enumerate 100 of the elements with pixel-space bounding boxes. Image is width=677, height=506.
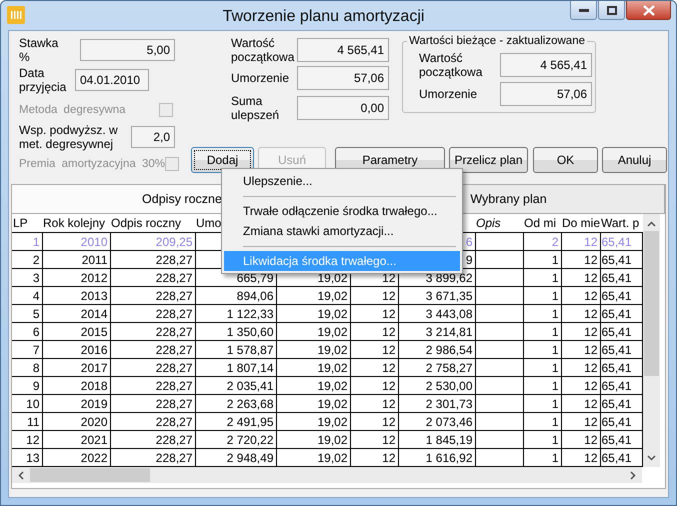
maximize-button[interactable]	[598, 1, 625, 20]
table-cell: 1 578,87	[226, 342, 274, 356]
field-label: Wartość początkowa	[231, 36, 296, 64]
minimize-button[interactable]	[570, 1, 597, 20]
table-cell: 12	[382, 342, 396, 356]
field-label: Data przyjęcia	[18, 66, 68, 94]
table-cell: 65,41	[602, 324, 632, 338]
column-header[interactable]: Odpis roczny	[111, 216, 182, 230]
table-cell: 12	[382, 270, 396, 284]
table-cell: 2021	[80, 432, 108, 446]
column-header[interactable]: Rok kolejny	[43, 216, 106, 230]
table-cell: 12	[584, 432, 598, 446]
input-field[interactable]: 57,06	[500, 82, 592, 106]
input-field[interactable]: 04.01.2010	[75, 69, 149, 91]
push-button[interactable]: Dodaj	[191, 147, 254, 173]
table-cell: 1	[552, 288, 558, 302]
table-cell: 2013	[80, 288, 108, 302]
table-cell: 9	[32, 378, 40, 392]
table-cell: 65,41	[602, 306, 632, 320]
table-cell: 12	[382, 306, 396, 320]
table-cell: 2022	[80, 450, 108, 464]
table-cell: 2015	[80, 324, 108, 338]
scroll-up-icon[interactable]	[646, 221, 656, 227]
horizontal-scrollbar[interactable]	[12, 467, 642, 483]
table-cell: 228,27	[156, 378, 192, 392]
table-cell: 65,41	[602, 360, 632, 374]
table-cell: 65,41	[602, 270, 632, 284]
table-cell: 12	[584, 270, 598, 284]
table-cell: 12	[584, 324, 598, 338]
push-button[interactable]: Przelicz plan	[449, 147, 528, 173]
table-cell: 12	[382, 360, 396, 374]
scroll-left-icon[interactable]	[18, 470, 24, 480]
table-cell: 12	[584, 306, 598, 320]
table-cell: 12	[584, 360, 598, 374]
input-field[interactable]: 2,0	[131, 126, 175, 148]
table-cell: 2 948,49	[226, 450, 274, 464]
table-cell: 2012	[80, 270, 108, 284]
table-cell: 1	[552, 270, 558, 284]
vertical-scrollbar[interactable]	[642, 214, 660, 467]
table-cell: 209,25	[156, 234, 192, 248]
table-cell: 228,27	[156, 306, 192, 320]
table-cell: 12	[584, 252, 598, 266]
table-cell: 1 807,14	[226, 360, 274, 374]
table-cell: 1	[552, 324, 558, 338]
column-header[interactable]: LP	[13, 216, 28, 230]
menu-item[interactable]: Zmiana stawki amortyzacji...	[224, 221, 460, 241]
table-cell: 1 122,33	[226, 306, 274, 320]
table-cell: 1	[552, 360, 558, 374]
table-cell: 65,41	[602, 378, 632, 392]
table-cell: 65,41	[602, 432, 632, 446]
table-cell: 3 214,81	[426, 324, 472, 338]
table-cell: 6	[32, 324, 40, 338]
field-label: Umorzenie	[231, 71, 290, 85]
table-cell: 228,27	[156, 450, 192, 464]
table-cell: 65,41	[602, 342, 632, 356]
column-header[interactable]: Umo	[196, 216, 222, 230]
table-cell: 2 035,41	[226, 378, 274, 392]
table-cell: 2011	[82, 252, 108, 266]
table-cell: 1	[552, 450, 558, 464]
push-button[interactable]: OK	[533, 147, 598, 173]
table-cell: 12	[584, 450, 598, 464]
table-cell: 12	[382, 324, 396, 338]
table-cell: 19,02	[317, 432, 348, 446]
table-cell: 2010	[80, 234, 108, 248]
push-button[interactable]: Anuluj	[602, 147, 667, 173]
column-header[interactable]: Wart. p	[601, 216, 640, 230]
table-cell: 65,41	[602, 450, 632, 464]
column-header[interactable]: Od mi	[524, 216, 556, 230]
table-cell: 2014	[80, 306, 108, 320]
table-cell: 1	[552, 396, 558, 410]
table-cell: 2020	[80, 414, 108, 428]
table-cell: 1 845,19	[426, 432, 472, 446]
table-cell: 10	[26, 396, 40, 410]
scroll-right-icon[interactable]	[630, 470, 636, 480]
input-field[interactable]: 4 565,41	[297, 38, 389, 62]
table-cell: 228,27	[156, 252, 192, 266]
table-cell: 12	[584, 342, 598, 356]
minimize-icon	[578, 8, 588, 12]
input-field[interactable]: 0,00	[297, 96, 389, 120]
scroll-down-icon[interactable]	[646, 455, 656, 461]
input-field[interactable]: 5,00	[80, 39, 175, 61]
input-field[interactable]: 4 565,41	[500, 53, 592, 77]
field-label: Suma ulepszeń	[231, 94, 280, 122]
table-cell: 19,02	[317, 288, 348, 302]
table-cell: 19,02	[317, 396, 348, 410]
table-cell: 12	[26, 432, 40, 446]
input-field[interactable]: 57,06	[297, 66, 389, 90]
field-label: Wsp. podwyższ. w met. degresywnej	[18, 123, 119, 151]
table-cell: 12	[584, 234, 598, 248]
table-cell: 894,06	[236, 288, 274, 302]
table-cell: 12	[382, 396, 396, 410]
table-cell: 12	[382, 288, 396, 302]
column-header[interactable]: Opis	[476, 216, 501, 230]
column-header[interactable]: Do mie	[562, 216, 600, 230]
table-cell: 1 616,92	[426, 450, 472, 464]
table-cell: 228,27	[156, 342, 192, 356]
table-cell: 2 263,68	[226, 396, 274, 410]
table-cell: 19,02	[317, 306, 348, 320]
close-button[interactable]	[626, 1, 671, 20]
table-cell: 2 758,27	[426, 360, 472, 374]
